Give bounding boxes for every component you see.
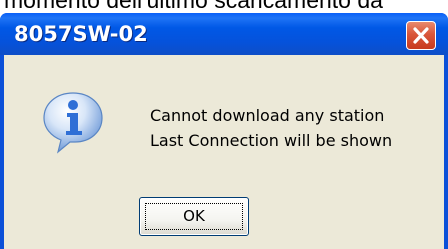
- title-bar[interactable]: 8057SW-02: [0, 13, 448, 55]
- info-icon: [43, 92, 103, 154]
- close-icon: [413, 27, 429, 44]
- dialog-title: 8057SW-02: [14, 22, 148, 46]
- ok-button-label: OK: [183, 207, 205, 225]
- close-button[interactable]: [406, 21, 436, 50]
- message-line-1: Cannot download any station: [150, 106, 385, 125]
- dialog-body: Cannot download any station Last Connect…: [4, 55, 444, 249]
- message-line-2: Last Connection will be shown: [150, 131, 393, 150]
- message-dialog: 8057SW-02 Cannot download any station La…: [0, 13, 448, 249]
- background-text: momento dell'ultimo scaricamento da: [4, 0, 383, 13]
- ok-button[interactable]: OK: [139, 197, 249, 236]
